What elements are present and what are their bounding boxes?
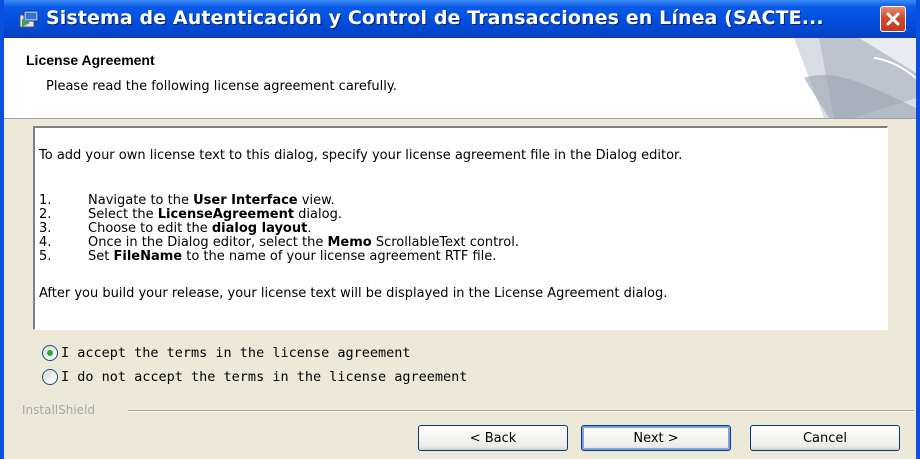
step-number: 1. xyxy=(39,193,52,208)
window-title: Sistema de Autenticación y Control de Tr… xyxy=(46,7,824,29)
step-emphasis: User Interface xyxy=(193,193,298,208)
cancel-button[interactable]: Cancel xyxy=(750,425,900,451)
step-emphasis: FileName xyxy=(113,249,183,264)
back-button[interactable]: < Back xyxy=(418,425,568,451)
step-text: Set FileName to the name of your license… xyxy=(88,249,497,264)
accept-terms-label[interactable]: I accept the terms in the license agreem… xyxy=(61,345,411,361)
radio-selected-indicator[interactable] xyxy=(42,345,58,361)
installshield-brand: InstallShield xyxy=(22,403,96,417)
footer-divider xyxy=(128,410,914,412)
close-button[interactable] xyxy=(880,6,906,32)
step-emphasis: Memo xyxy=(327,235,372,250)
accept-terms-radio[interactable]: I accept the terms in the license agreem… xyxy=(42,344,472,364)
step-text: Choose to edit the dialog layout. xyxy=(88,221,312,236)
step-number: 3. xyxy=(39,221,52,236)
page-title: License Agreement xyxy=(26,52,155,68)
license-text-box[interactable]: To add your own license text to this dia… xyxy=(33,126,888,330)
radio-dot xyxy=(47,350,53,356)
step-emphasis: LicenseAgreement xyxy=(157,207,295,222)
page-subtitle: Please read the following license agreem… xyxy=(46,79,397,94)
license-intro: To add your own license text to this dia… xyxy=(39,148,683,163)
installer-app-icon xyxy=(19,10,39,28)
step-text: Select the LicenseAgreement dialog. xyxy=(88,207,342,222)
decline-terms-label[interactable]: I do not accept the terms in the license… xyxy=(61,369,467,385)
decline-terms-radio[interactable]: I do not accept the terms in the license… xyxy=(42,368,472,388)
step-number: 2. xyxy=(39,207,52,222)
step-emphasis: dialog layout xyxy=(211,221,308,236)
license-outro: After you build your release, your licen… xyxy=(39,286,668,301)
step-number: 5. xyxy=(39,249,52,264)
radio-unselected-indicator[interactable] xyxy=(42,369,58,385)
next-button[interactable]: Next > xyxy=(581,425,731,451)
step-number: 4. xyxy=(39,235,52,250)
header-banner-graphic xyxy=(764,38,916,118)
step-text: Once in the Dialog editor, select the Me… xyxy=(88,235,519,250)
installer-window: Sistema de Autenticación y Control de Tr… xyxy=(0,0,920,459)
title-bar[interactable]: Sistema de Autenticación y Control de Tr… xyxy=(4,0,916,38)
dialog-header: License Agreement Please read the follow… xyxy=(4,38,916,119)
close-icon xyxy=(886,12,900,26)
step-text: Navigate to the User Interface view. xyxy=(88,193,335,208)
